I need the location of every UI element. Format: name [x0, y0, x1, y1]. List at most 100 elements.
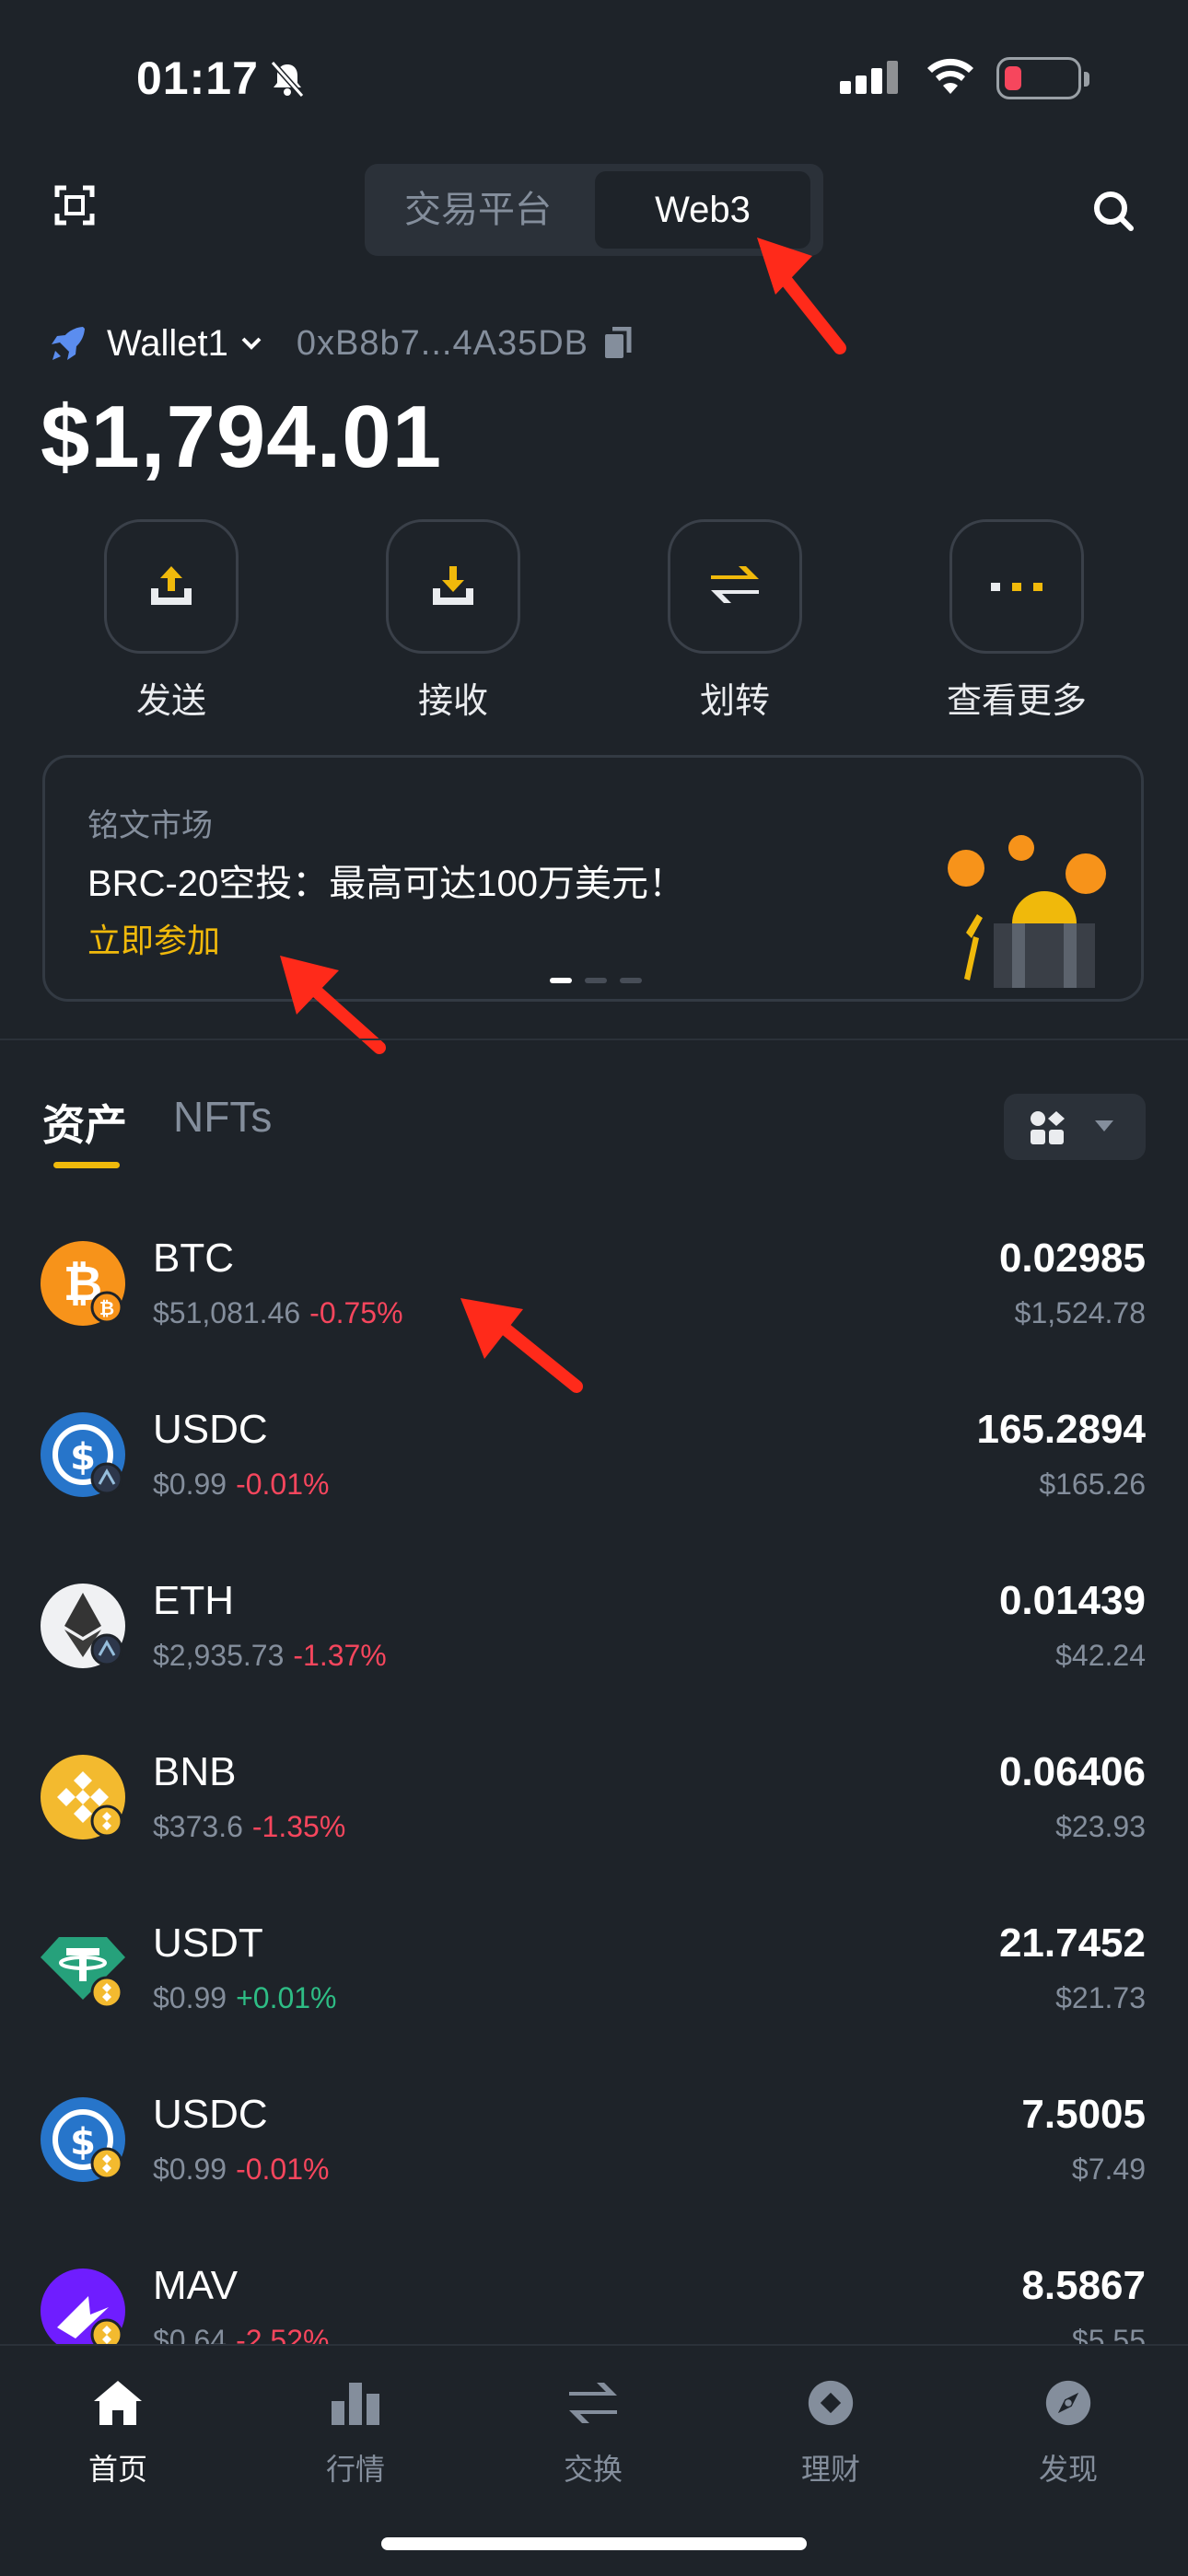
tab-nfts[interactable]: NFTs — [173, 1092, 272, 1142]
nav-discover[interactable]: 发现 — [995, 2379, 1142, 2489]
wallet-name: Wallet1 — [107, 322, 228, 364]
usdt-coin-icon — [41, 1937, 125, 2009]
asset-change: -0.75% — [309, 1296, 403, 1329]
asset-price: $0.99 — [153, 2152, 227, 2186]
receive-label: 接收 — [417, 682, 488, 721]
swap-icon — [569, 2383, 617, 2423]
asset-change: -1.35% — [251, 1810, 346, 1843]
asset-change: -0.01% — [236, 2152, 330, 2186]
svg-text:₿: ₿ — [99, 1297, 114, 1319]
asset-change: -1.37% — [293, 1639, 387, 1672]
carousel-dots — [550, 971, 655, 988]
discover-icon — [1045, 2380, 1091, 2426]
nav-label: 理财 — [800, 2453, 860, 2486]
asset-price: $51,081.46 — [153, 1296, 301, 1329]
asset-value: $42.24 — [1055, 1639, 1146, 1672]
asset-price: $0.99 — [153, 1981, 227, 2014]
receive-button[interactable]: 接收 — [379, 519, 527, 723]
markets-icon — [332, 2383, 379, 2425]
red-arrow-annotation — [460, 1298, 583, 1393]
tab-assets[interactable]: 资产 — [42, 1092, 127, 1153]
asset-value: $23.93 — [1055, 1810, 1146, 1843]
promo-banner[interactable]: 铭文市场 BRC-20空投：最高可达100万美元！ 立即参加 — [42, 755, 1144, 1002]
asset-row-bnb[interactable]: BNB $373.6 -1.35% 0.06406 $23.93 — [0, 1746, 1188, 1917]
asset-symbol: USDC — [153, 2092, 268, 2137]
usdc-coin-icon: $ — [41, 2097, 125, 2182]
battery-icon — [996, 57, 1089, 99]
nav-home[interactable]: 首页 — [44, 2379, 192, 2489]
asset-price: $0.99 — [153, 1468, 227, 1501]
more-button[interactable]: 查看更多 — [943, 519, 1090, 723]
banner-category: 铭文市场 — [87, 808, 213, 843]
more-icon — [991, 583, 1042, 591]
grid-view-icon — [1031, 1111, 1065, 1144]
asset-amount: 7.5005 — [1021, 2092, 1146, 2137]
coins-illustration-icon — [948, 835, 1106, 988]
home-icon — [94, 2381, 142, 2425]
nav-label: 行情 — [325, 2453, 385, 2486]
asset-change: -0.01% — [236, 1468, 330, 1501]
asset-row-eth[interactable]: ETH $2,935.73 -1.37% 0.01439 $42.24 — [0, 1574, 1188, 1746]
banner-title: BRC-20空投：最高可达100万美元！ — [87, 864, 686, 904]
asset-symbol: MAV — [153, 2263, 239, 2308]
send-label: 发送 — [135, 682, 206, 721]
home-indicator[interactable] — [381, 2537, 807, 2550]
caret-down-icon — [1095, 1120, 1113, 1131]
copy-icon[interactable] — [603, 327, 633, 360]
tab-exchange[interactable]: 交易平台 — [365, 164, 591, 256]
asset-amount: 21.7452 — [998, 1920, 1146, 1966]
asset-value: $1,524.78 — [1014, 1296, 1146, 1329]
asset-change: +0.01% — [236, 1981, 337, 2014]
usdc-coin-icon: $ — [41, 1412, 125, 1497]
nav-swap[interactable]: 交换 — [519, 2379, 667, 2489]
transfer-button[interactable]: 划转 — [661, 519, 809, 723]
nav-label: 交换 — [563, 2453, 623, 2486]
wallet-address: 0xB8b7...4A35DB — [296, 323, 588, 363]
bell-muted-icon — [270, 61, 305, 98]
transfer-label: 划转 — [699, 682, 770, 721]
asset-symbol: BNB — [153, 1749, 237, 1794]
asset-price: $373.6 — [153, 1810, 243, 1843]
total-balance: $1,794.01 — [41, 388, 443, 486]
banner-cta-link[interactable]: 立即参加 — [87, 914, 220, 962]
asset-row-usdc[interactable]: $ USDC $0.99 -0.01% 165.2894 $165.26 — [0, 1403, 1188, 1574]
asset-row-usdt[interactable]: USDT $0.99 +0.01% 21.7452 $21.73 — [0, 1917, 1188, 2088]
asset-value: $165.26 — [1039, 1468, 1146, 1501]
active-tab-indicator — [53, 1162, 120, 1168]
asset-amount: 8.5867 — [1021, 2263, 1146, 2308]
nav-label: 发现 — [1038, 2453, 1098, 2486]
asset-price: $2,935.73 — [153, 1639, 285, 1672]
svg-text:$: $ — [70, 2121, 96, 2164]
red-arrow-annotation — [280, 956, 386, 1054]
wallet-selector[interactable]: Wallet1 0xB8b7...4A35DB — [46, 320, 633, 366]
bnb-coin-icon — [41, 1755, 125, 1839]
send-icon — [151, 566, 192, 605]
btc-coin-icon: ₿ ₿ — [41, 1241, 125, 1326]
cellular-signal-icon — [840, 61, 903, 94]
asset-symbol: BTC — [153, 1236, 234, 1281]
more-label: 查看更多 — [946, 682, 1087, 721]
search-icon[interactable] — [1092, 190, 1135, 232]
asset-symbol: USDT — [153, 1920, 263, 1966]
earn-icon — [808, 2380, 854, 2426]
asset-amount: 0.06406 — [998, 1749, 1146, 1794]
send-button[interactable]: 发送 — [98, 519, 245, 723]
asset-row-usdc-bsc[interactable]: $ USDC $0.99 -0.01% 7.5005 $7.49 — [0, 2088, 1188, 2259]
scan-icon[interactable] — [53, 184, 96, 226]
nav-earn[interactable]: 理财 — [757, 2379, 904, 2489]
section-divider — [0, 1039, 1188, 1040]
asset-row-btc[interactable]: ₿ ₿ BTC $51,081.46 -0.75% 0.02985 $1,524.… — [0, 1232, 1188, 1403]
eth-coin-icon — [41, 1584, 125, 1668]
wifi-icon — [927, 58, 973, 94]
asset-amount: 165.2894 — [976, 1407, 1146, 1452]
rocket-icon — [52, 327, 85, 360]
red-arrow-annotation — [757, 238, 846, 354]
nav-label: 首页 — [87, 2453, 147, 2486]
asset-symbol: ETH — [153, 1578, 234, 1623]
transfer-icon — [711, 566, 759, 603]
status-time: 01:17 — [136, 52, 259, 104]
svg-text:$: $ — [70, 1436, 96, 1479]
view-mode-dropdown[interactable] — [1004, 1094, 1146, 1160]
asset-amount: 0.01439 — [998, 1578, 1146, 1623]
nav-markets[interactable]: 行情 — [282, 2379, 429, 2489]
